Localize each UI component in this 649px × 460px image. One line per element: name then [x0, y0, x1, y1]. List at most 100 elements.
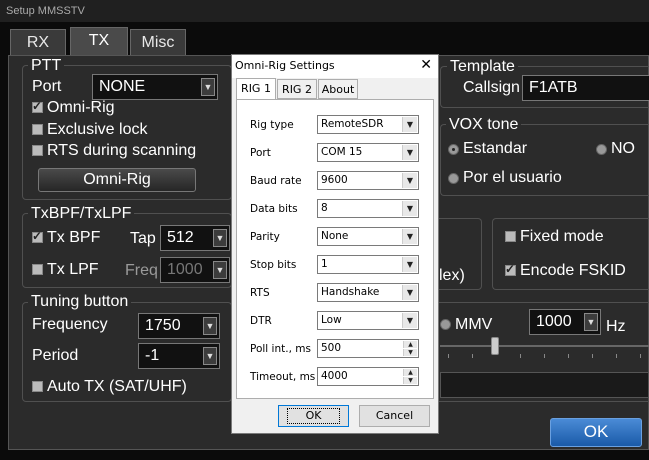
data-bits-select[interactable]: 8 ▼	[317, 199, 419, 218]
tap-select-value: 512	[167, 229, 194, 246]
dtr-select[interactable]: Low ▼	[317, 311, 419, 330]
tx-lpf-label: Tx LPF	[47, 261, 99, 278]
mmv-radio[interactable]	[440, 319, 451, 330]
freq-select-value: 1000	[167, 261, 203, 278]
hz-unit-label: Hz	[606, 318, 626, 335]
por-usuario-radio[interactable]	[448, 173, 459, 184]
tx-bpf-checkbox[interactable]	[32, 229, 43, 243]
frequency-select[interactable]: 1750 ▼	[138, 313, 220, 339]
port-select[interactable]: COM 15 ▼	[317, 143, 419, 162]
fixed-mode-checkbox[interactable]	[505, 231, 516, 242]
tx-bpf-label: Tx BPF	[47, 229, 101, 246]
chevron-down-icon: ▼	[402, 257, 417, 272]
tuning-slider-track[interactable]	[440, 345, 649, 347]
ptt-group-title: PTT	[28, 57, 65, 75]
estandar-radio[interactable]	[448, 144, 459, 155]
dialog-title: Omni-Rig Settings	[235, 59, 335, 72]
tab-rx[interactable]: RX	[10, 29, 66, 55]
tuning-slider-handle[interactable]	[491, 337, 499, 355]
omni-rig-button[interactable]: Omni-Rig	[38, 168, 196, 192]
slider-tick	[616, 354, 617, 358]
tap-select[interactable]: 512 ▼	[160, 225, 230, 251]
chevron-down-icon: ▼	[203, 317, 217, 335]
window-title: Setup MMSSTV	[0, 0, 649, 22]
port-label: Port	[32, 78, 62, 95]
tx-lpf-checkbox[interactable]	[32, 264, 43, 275]
mmv-select[interactable]: 1000 ▼	[529, 309, 601, 335]
frequency-label: Frequency	[32, 316, 108, 333]
omni-rig-checkbox[interactable]	[32, 99, 43, 113]
dialog-cancel-button[interactable]: Cancel	[359, 405, 430, 427]
spin-down-icon[interactable]: ▼	[403, 377, 417, 384]
rig-type-label: Rig type	[250, 119, 294, 131]
period-select[interactable]: -1 ▼	[138, 343, 220, 369]
tap-label: Tap	[130, 230, 156, 247]
close-icon[interactable]: ✕	[420, 57, 432, 73]
dialog-titlebar: Omni-Rig Settings ✕	[232, 55, 438, 78]
mmv-select-value: 1000	[536, 313, 572, 330]
chevron-down-icon: ▼	[213, 261, 227, 279]
dialog-ok-button[interactable]: OK	[278, 405, 349, 427]
fixed-mode-label: Fixed mode	[520, 228, 604, 245]
slider-tick	[448, 354, 449, 358]
tab-rig-2[interactable]: RIG 2	[277, 79, 317, 99]
period-label: Period	[32, 347, 79, 364]
tab-about[interactable]: About	[318, 79, 358, 99]
chevron-down-icon: ▼	[402, 285, 417, 300]
parity-select[interactable]: None ▼	[317, 227, 419, 246]
spin-up-icon[interactable]: ▲	[403, 341, 417, 348]
tab-tx[interactable]: TX	[70, 27, 128, 55]
chevron-down-icon: ▼	[203, 347, 217, 365]
ok-button[interactable]: OK	[550, 418, 642, 447]
omni-rig-settings-dialog: Omni-Rig Settings ✕ RIG 1 RIG 2 About Ri…	[231, 54, 439, 434]
mmv-label: MMV	[455, 316, 493, 333]
rig-type-select[interactable]: RemoteSDR ▼	[317, 115, 419, 134]
stop-bits-select[interactable]: 1 ▼	[317, 255, 419, 274]
freq-select[interactable]: 1000 ▼	[160, 257, 230, 283]
chevron-down-icon: ▼	[402, 201, 417, 216]
port-value: COM 15	[321, 146, 363, 158]
slider-tick	[592, 354, 593, 358]
parity-label: Parity	[250, 231, 280, 243]
freq-label: Freq	[125, 262, 158, 279]
rig-1-page: Rig type RemoteSDR ▼ Port COM 15 ▼ Baud ra…	[236, 99, 434, 399]
tab-misc[interactable]: Misc	[130, 29, 186, 55]
duplex-fragment-label: lex)	[439, 267, 465, 284]
auto-tx-label: Auto TX (SAT/UHF)	[47, 378, 187, 395]
no-label: NO	[611, 140, 635, 157]
poll-int-spinbox[interactable]: 500 ▲ ▼	[317, 339, 419, 358]
rts-select[interactable]: Handshake ▼	[317, 283, 419, 302]
stop-bits-value: 1	[321, 258, 328, 270]
rts-label: RTS	[250, 287, 270, 299]
mmv-display-box	[440, 372, 649, 398]
stop-bits-label: Stop bits	[250, 259, 297, 271]
rts-scanning-label: RTS during scanning	[47, 142, 197, 159]
data-bits-value: 8	[321, 202, 328, 214]
baud-rate-value: 9600	[321, 174, 348, 186]
port-select[interactable]: NONE ▼	[92, 74, 218, 100]
baud-rate-select[interactable]: 9600 ▼	[317, 171, 419, 190]
chevron-down-icon: ▼	[402, 117, 417, 132]
encode-fskid-checkbox[interactable]	[505, 262, 516, 276]
dtr-label: DTR	[250, 315, 272, 327]
dialog-ok-label: OK	[286, 408, 341, 424]
rts-scanning-checkbox[interactable]	[32, 145, 43, 156]
tab-rig-1[interactable]: RIG 1	[236, 78, 276, 100]
omni-rig-label: Omni-Rig	[47, 99, 115, 116]
no-radio[interactable]	[596, 144, 607, 155]
tuning-button-title: Tuning button	[28, 293, 132, 311]
spin-up-icon[interactable]: ▲	[403, 369, 417, 376]
callsign-input[interactable]: F1ATB	[522, 75, 649, 101]
por-usuario-label: Por el usuario	[463, 169, 562, 186]
timeout-spinbox[interactable]: 4000 ▲ ▼	[317, 367, 419, 386]
poll-int-label: Poll int., ms	[250, 343, 311, 355]
template-group-title: Template	[447, 58, 518, 76]
exclusive-lock-label: Exclusive lock	[47, 121, 148, 138]
exclusive-lock-checkbox[interactable]	[32, 124, 43, 135]
auto-tx-checkbox[interactable]	[32, 381, 43, 392]
slider-tick	[472, 354, 473, 358]
timeout-value: 4000	[321, 370, 348, 382]
port-label: Port	[250, 147, 271, 159]
parity-value: None	[321, 230, 349, 242]
spin-down-icon[interactable]: ▼	[403, 349, 417, 356]
